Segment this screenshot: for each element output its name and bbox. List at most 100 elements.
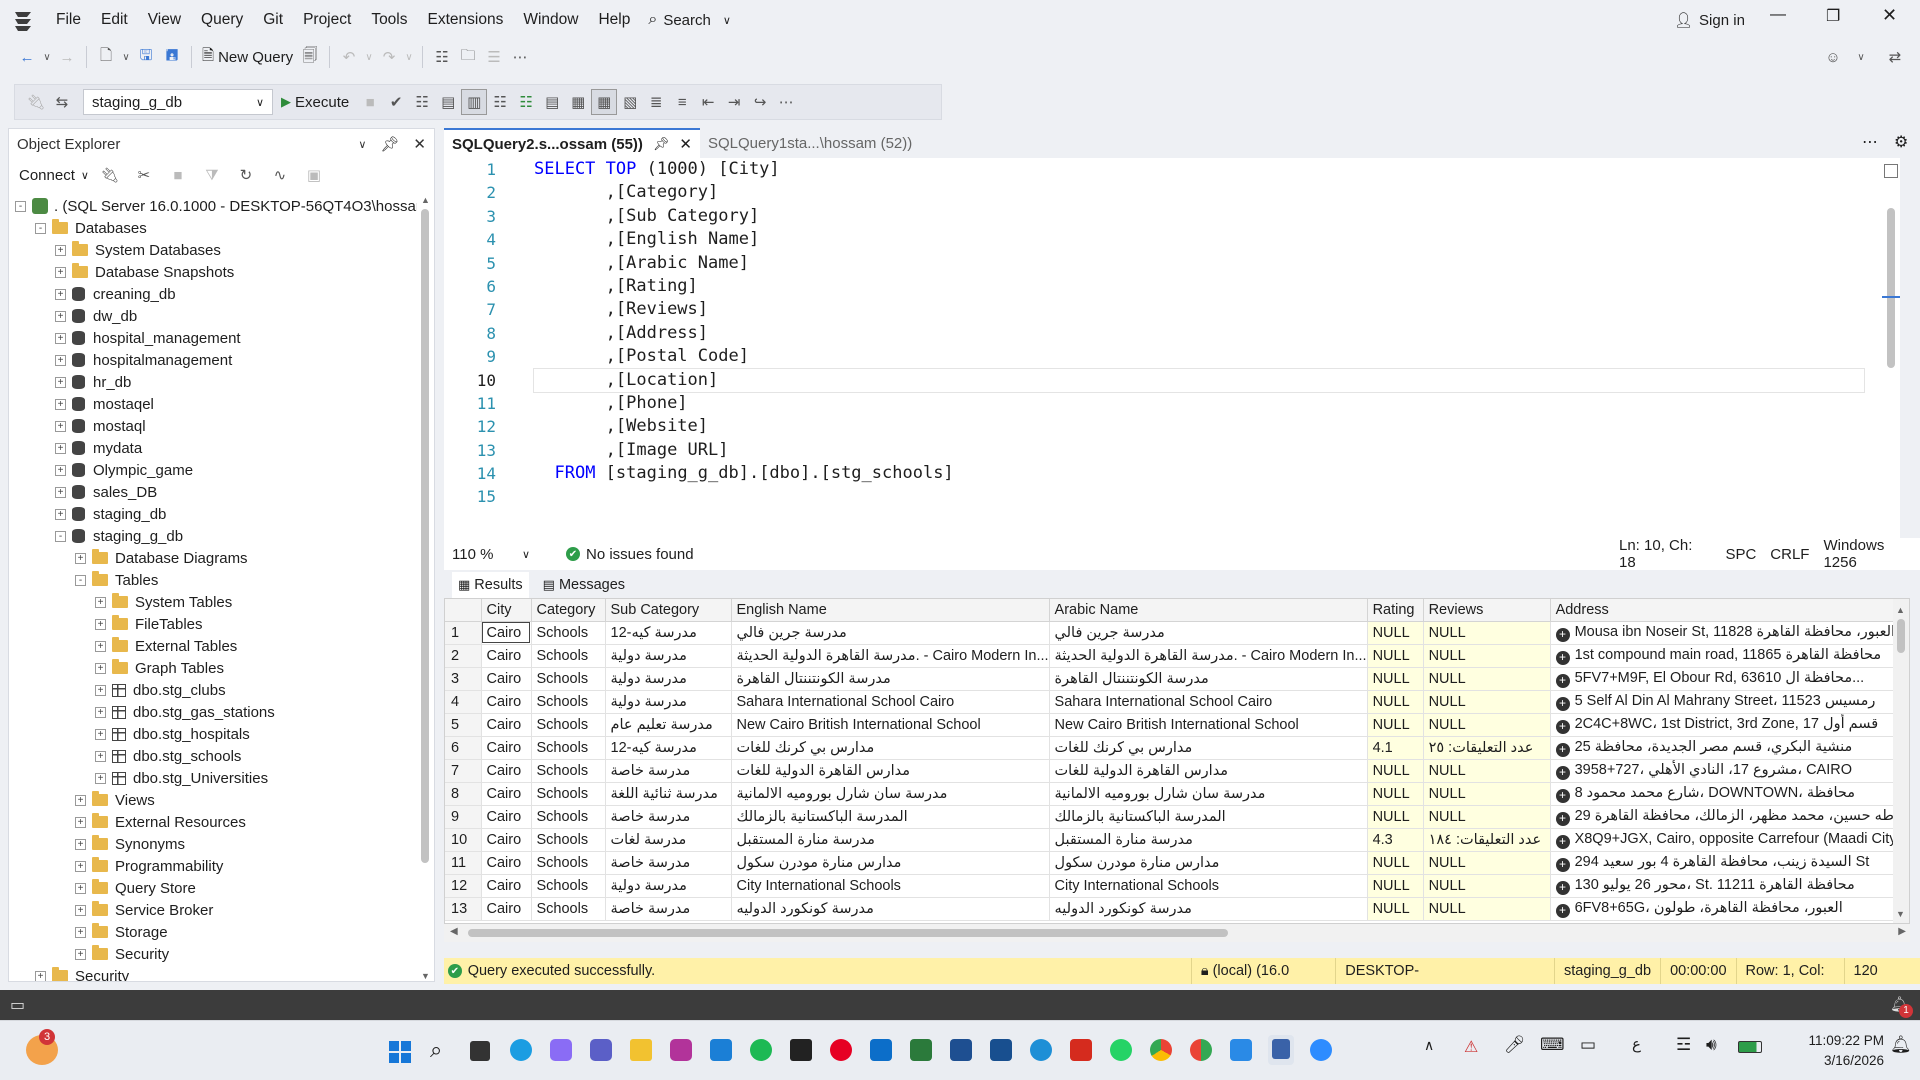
- menu-item-file[interactable]: File: [46, 0, 91, 40]
- expand-plus-icon[interactable]: +: [1555, 627, 1570, 642]
- clock[interactable]: 11:09:22 PM 3/16/2026: [1764, 1031, 1884, 1071]
- increase-indent-icon[interactable]: ⇥: [721, 89, 747, 115]
- grid-cell[interactable]: NULL: [1423, 713, 1551, 737]
- tree-node-mydata[interactable]: + mydata: [9, 437, 417, 459]
- expand-toggle[interactable]: +: [55, 376, 66, 388]
- expand-plus-icon[interactable]: +: [1555, 765, 1570, 780]
- task-view-icon[interactable]: [470, 1041, 490, 1061]
- expand-toggle[interactable]: +: [55, 508, 66, 520]
- grid-cell[interactable]: +8 شارع محمد محمود، DOWNTOWN، محافظة: [1550, 782, 1901, 806]
- tree-node-synonyms[interactable]: + Synonyms: [9, 833, 417, 855]
- grid-cell[interactable]: Schools: [531, 736, 606, 760]
- minimize-button[interactable]: —: [1770, 6, 1786, 24]
- connect-plug-icon[interactable]: 🔌︎: [97, 162, 123, 188]
- results-to-grid-selected-icon[interactable]: ▦: [591, 89, 618, 115]
- grid-cell[interactable]: Schools: [531, 690, 606, 714]
- scroll-up-icon[interactable]: ▲: [421, 195, 430, 205]
- grid-cell[interactable]: Schools: [531, 828, 606, 852]
- back-icon[interactable]: ←: [14, 44, 40, 70]
- grid-cell[interactable]: 4.1: [1367, 736, 1424, 760]
- results-to-grid-icon[interactable]: ▦: [565, 89, 591, 115]
- tree-node-filetables[interactable]: + FileTables: [9, 613, 417, 635]
- expand-toggle[interactable]: +: [55, 420, 66, 432]
- code-area[interactable]: SELECT TOP (1000) [City] ,[Category] ,[S…: [533, 158, 1865, 509]
- grid-cell[interactable]: مدرسة منارة المستقبل: [731, 828, 1050, 852]
- filter-icon[interactable]: ⧩: [199, 162, 225, 188]
- grid-cell[interactable]: مدرسة سان شارل بوروميه الالمانية: [1049, 782, 1368, 806]
- chevron-down-icon[interactable]: ∨: [358, 138, 366, 151]
- expand-plus-icon[interactable]: +: [1555, 742, 1570, 757]
- chrome-profile-icon[interactable]: [1190, 1039, 1212, 1061]
- new-file-icon[interactable]: 🗋︎: [93, 44, 119, 70]
- grid-cell[interactable]: مدارس القاهرة الدولية للغات: [731, 759, 1050, 783]
- tree-node-database-diagrams[interactable]: + Database Diagrams: [9, 547, 417, 569]
- column-header-sub-category[interactable]: Sub Category: [605, 599, 732, 622]
- tree-node-external-resources[interactable]: + External Resources: [9, 811, 417, 833]
- expand-toggle[interactable]: +: [95, 596, 106, 608]
- scroll-down-icon[interactable]: ▼: [1896, 909, 1905, 919]
- grid-cell[interactable]: Schools: [531, 759, 606, 783]
- tree-node-external-tables[interactable]: + External Tables: [9, 635, 417, 657]
- expand-toggle[interactable]: +: [95, 640, 106, 652]
- tree-node-dbo-stg-gas-stations[interactable]: + dbo.stg_gas_stations: [9, 701, 417, 723]
- issues-indicator[interactable]: ✔ No issues found: [566, 546, 694, 563]
- expand-toggle[interactable]: +: [55, 310, 66, 322]
- grid-cell[interactable]: مدرسة دولية: [605, 874, 732, 898]
- table-row[interactable]: 12 Cairo Schools مدرسة دولية City Internatio…: [445, 874, 1901, 898]
- execute-button[interactable]: ▶ Execute: [273, 94, 357, 111]
- connect-dropdown[interactable]: Connect ∨: [19, 167, 89, 184]
- row-number-cell[interactable]: 3: [445, 667, 482, 691]
- grid-cell[interactable]: NULL: [1423, 621, 1551, 645]
- more-icon[interactable]: ⋯: [773, 89, 799, 115]
- grid-cell[interactable]: مدرسة كيه-12: [605, 621, 732, 645]
- menu-item-window[interactable]: Window: [513, 0, 588, 40]
- grid-cell[interactable]: NULL: [1423, 874, 1551, 898]
- activity-monitor-icon[interactable]: ☷: [429, 44, 455, 70]
- live-stats-icon[interactable]: ☷: [487, 89, 513, 115]
- grid-cell[interactable]: NULL: [1423, 805, 1551, 829]
- grid-cell[interactable]: + Mousa ibn Noseir St, 11828 العبور، محاف…: [1550, 621, 1901, 645]
- expand-plus-icon[interactable]: +: [1555, 834, 1570, 849]
- expand-toggle[interactable]: +: [75, 816, 86, 828]
- tree-server-node[interactable]: - . (SQL Server 16.0.1000 - DESKTOP-56QT…: [9, 195, 417, 217]
- tab-messages[interactable]: ▤ Messages: [543, 577, 625, 593]
- grid-cell[interactable]: مدرسة خاصة: [605, 897, 732, 921]
- scroll-up-icon[interactable]: ▲: [1896, 605, 1905, 615]
- column-header-city[interactable]: City: [481, 599, 532, 622]
- grid-cell[interactable]: مدرسة دولية: [605, 667, 732, 691]
- whitespace-mode[interactable]: SPC: [1725, 546, 1756, 563]
- chrome-icon[interactable]: [1150, 1039, 1172, 1061]
- scroll-thumb[interactable]: [1887, 208, 1895, 368]
- scroll-left-icon[interactable]: ◀: [450, 926, 458, 937]
- chevron-up-icon[interactable]: ∧: [1424, 1037, 1434, 1054]
- row-number-cell[interactable]: 5: [445, 713, 482, 737]
- grid-cell[interactable]: New Cairo British International School: [731, 713, 1050, 737]
- code-line[interactable]: ,[Reviews]: [534, 298, 1864, 321]
- expand-toggle[interactable]: +: [75, 552, 86, 564]
- pinterest-icon[interactable]: [830, 1039, 852, 1061]
- grid-cell[interactable]: New Cairo British International School: [1049, 713, 1368, 737]
- grid-cell[interactable]: Schools: [531, 782, 606, 806]
- forward-icon[interactable]: →: [54, 44, 80, 70]
- grid-cell[interactable]: NULL: [1367, 897, 1424, 921]
- excel-icon[interactable]: [910, 1039, 932, 1061]
- expand-toggle[interactable]: +: [95, 706, 106, 718]
- grid-cell[interactable]: NULL: [1367, 851, 1424, 875]
- disconnect-icon[interactable]: ✂: [131, 162, 157, 188]
- tree-node-tables[interactable]: - Tables: [9, 569, 417, 591]
- menu-item-extensions[interactable]: Extensions: [418, 0, 514, 40]
- stop-icon[interactable]: ■: [165, 162, 191, 188]
- expand-plus-icon[interactable]: +: [1555, 696, 1570, 711]
- row-number-cell[interactable]: 2: [445, 644, 482, 668]
- scroll-thumb[interactable]: [421, 209, 429, 863]
- grid-cell[interactable]: Cairo: [481, 828, 532, 852]
- row-number-cell[interactable]: 8: [445, 782, 482, 806]
- save-all-icon[interactable]: 🖪︎: [159, 44, 185, 70]
- grid-cell[interactable]: مدارس منارة مودرن سكول: [1049, 851, 1368, 875]
- properties-icon[interactable]: ☰: [481, 44, 507, 70]
- row-number-header[interactable]: [445, 599, 482, 622]
- edge-icon[interactable]: [510, 1039, 532, 1061]
- expand-toggle[interactable]: +: [75, 794, 86, 806]
- tree-node-mostaqel[interactable]: + mostaqel: [9, 393, 417, 415]
- column-header-english-name[interactable]: English Name: [731, 599, 1050, 622]
